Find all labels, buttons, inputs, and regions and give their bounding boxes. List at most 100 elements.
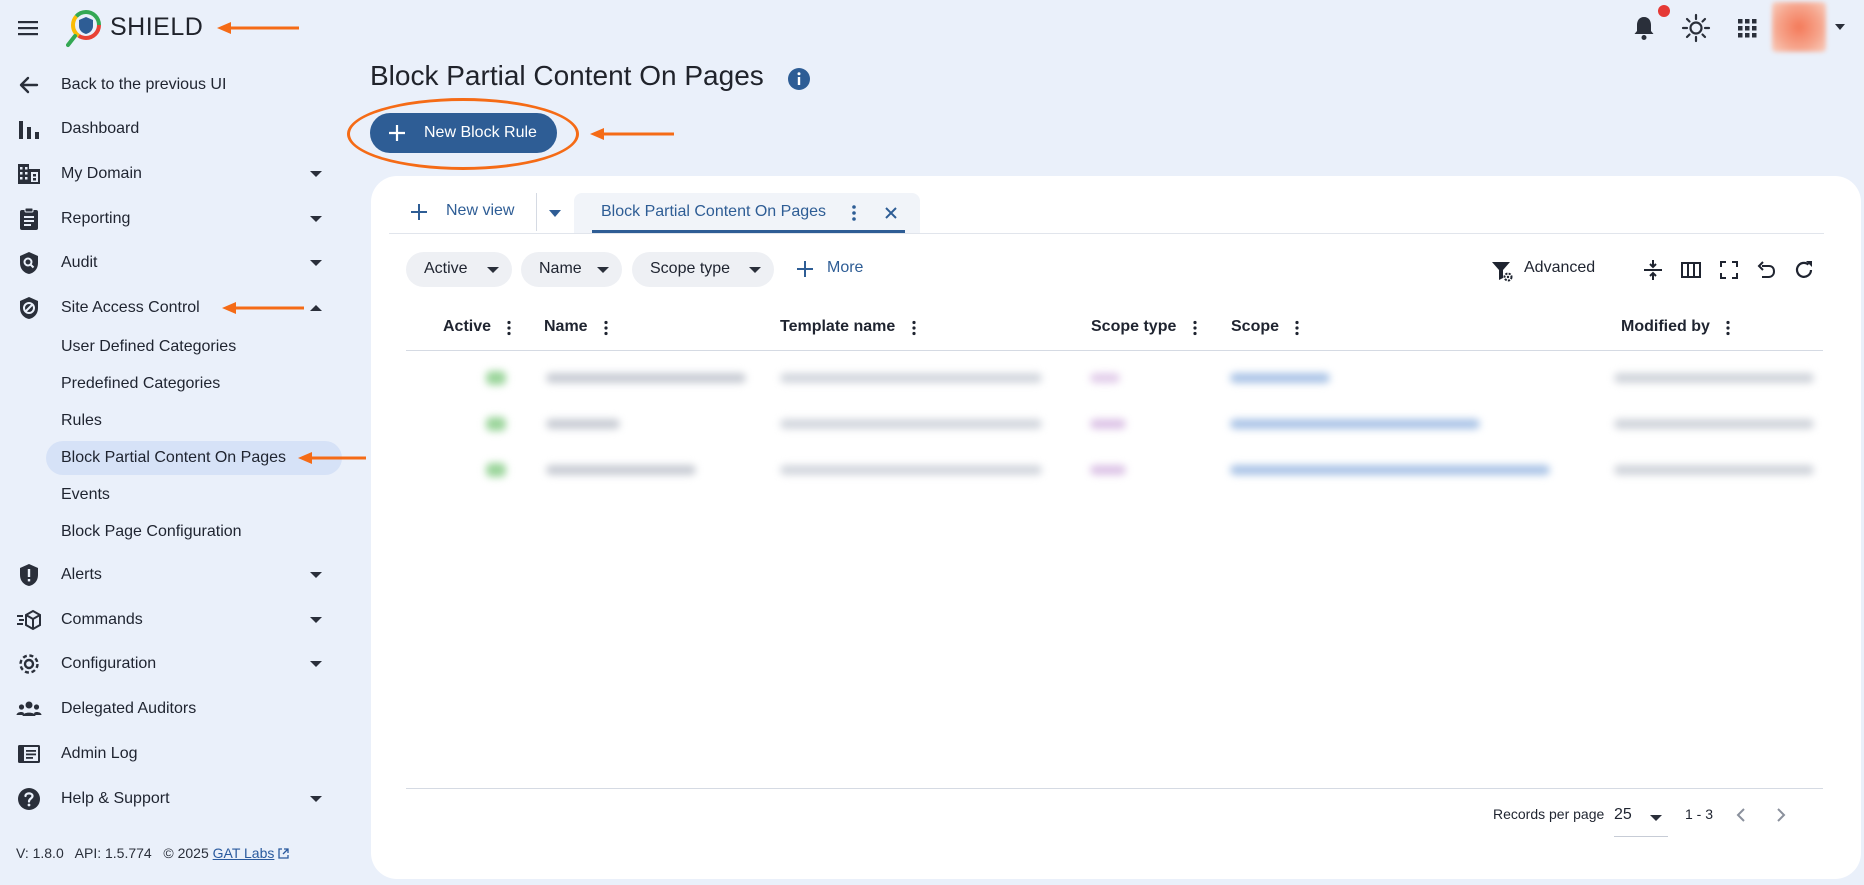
new-block-rule-button[interactable]: New Block Rule — [370, 113, 557, 153]
annotation-arrow — [298, 452, 366, 464]
sidebar-item-reporting[interactable]: Reporting — [0, 198, 340, 240]
records-per-page-value: 25 — [1614, 806, 1632, 823]
sidebar-subitem-events[interactable]: Events — [46, 478, 342, 512]
apps-grid-icon[interactable] — [1731, 12, 1763, 44]
chevron-down-icon — [597, 267, 609, 273]
column-header-scope[interactable]: Scope — [1231, 318, 1279, 336]
table-header-divider — [406, 350, 1823, 351]
close-icon[interactable] — [882, 204, 900, 222]
sidebar-item-alerts[interactable]: Alerts — [0, 554, 340, 596]
filter-chip-active[interactable]: Active — [406, 252, 512, 287]
sidebar-item-label: Dashboard — [61, 120, 140, 137]
more-vert-icon[interactable] — [505, 319, 513, 337]
chevron-down-icon — [1650, 815, 1662, 821]
bar-chart-icon — [19, 121, 39, 139]
sidebar-item-admin-log[interactable]: Admin Log — [0, 733, 340, 775]
redacted-cell — [780, 419, 1042, 429]
active-status-indicator — [486, 417, 506, 431]
more-vert-icon[interactable] — [1724, 319, 1732, 337]
advanced-label: Advanced — [1524, 259, 1596, 276]
sidebar-subitem-label: Predefined Categories — [61, 375, 221, 392]
fullscreen-icon[interactable] — [1717, 258, 1741, 282]
more-vert-icon[interactable] — [602, 319, 610, 337]
chevron-right-icon[interactable] — [1770, 805, 1790, 825]
column-header-scope-type[interactable]: Scope type — [1091, 318, 1176, 336]
filter-chip-label: Name — [539, 260, 582, 277]
theme-toggle-sun-icon[interactable] — [1680, 12, 1712, 44]
help-icon — [18, 788, 40, 810]
advanced-filter-button[interactable]: Advanced — [1490, 256, 1610, 284]
annotation-arrow — [217, 22, 299, 34]
new-view-button[interactable]: New view — [408, 197, 548, 227]
redacted-cell — [780, 373, 1042, 383]
columns-icon[interactable] — [1679, 258, 1703, 282]
shield-logo-icon — [66, 8, 104, 48]
chevron-down-icon — [310, 661, 322, 667]
more-filters-button[interactable]: More — [796, 257, 886, 285]
gat-labs-link[interactable]: GAT Labs — [213, 845, 275, 861]
more-vert-icon[interactable] — [910, 319, 918, 337]
filter-chip-label: Active — [424, 260, 468, 277]
redacted-cell — [1614, 465, 1814, 475]
sidebar-item-help-support[interactable]: Help & Support — [0, 778, 340, 820]
undo-icon[interactable] — [1754, 258, 1778, 282]
plus-icon — [389, 125, 405, 141]
column-header-modified-by[interactable]: Modified by — [1621, 318, 1710, 336]
column-header-active[interactable]: Active — [443, 318, 491, 336]
sidebar-subitem-block-page-configuration[interactable]: Block Page Configuration — [46, 515, 342, 549]
column-header-template-name[interactable]: Template name — [780, 318, 895, 336]
table-row[interactable] — [406, 401, 1823, 447]
records-per-page-select[interactable]: 25 — [1614, 803, 1668, 837]
menu-icon[interactable] — [16, 16, 42, 40]
redacted-cell — [1614, 419, 1814, 429]
redacted-cell — [546, 419, 620, 429]
sidebar-item-commands[interactable]: Commands — [0, 599, 340, 641]
sidebar-item-configuration[interactable]: Configuration — [0, 643, 340, 685]
sidebar-subitem-label: Events — [61, 486, 110, 503]
sidebar-subitem-user-defined-categories[interactable]: User Defined Categories — [46, 330, 342, 364]
table-row[interactable] — [406, 355, 1823, 401]
notification-badge — [1658, 5, 1670, 17]
filter-chip-label: Scope type — [650, 260, 731, 277]
chevron-down-icon[interactable] — [1833, 22, 1847, 32]
sidebar-item-label: Alerts — [61, 566, 102, 583]
column-header-name[interactable]: Name — [544, 318, 588, 336]
plus-icon — [797, 261, 813, 277]
sidebar-item-label: My Domain — [61, 165, 142, 182]
chevron-down-icon[interactable] — [547, 207, 563, 219]
sidebar-item-label: Reporting — [61, 210, 131, 227]
shield-alert-icon — [20, 564, 38, 586]
back-to-previous-ui-link[interactable]: Back to the previous UI — [0, 64, 340, 106]
chevron-down-icon — [310, 617, 322, 623]
avatar[interactable] — [1772, 2, 1826, 52]
table-row[interactable] — [406, 447, 1823, 493]
sidebar-item-label: Configuration — [61, 655, 157, 672]
more-vert-icon[interactable] — [849, 203, 859, 223]
filter-chip-scope-type[interactable]: Scope type — [632, 252, 774, 287]
more-vert-icon[interactable] — [1191, 319, 1199, 337]
refresh-icon[interactable] — [1792, 258, 1816, 282]
sidebar-item-delegated-auditors[interactable]: Delegated Auditors — [0, 688, 340, 730]
more-vert-icon[interactable] — [1293, 319, 1301, 337]
shield-lock-icon — [20, 297, 38, 319]
tab-label[interactable]: Block Partial Content On Pages — [601, 203, 826, 221]
sidebar-item-dashboard[interactable]: Dashboard — [0, 108, 340, 150]
sidebar-item-audit[interactable]: Audit — [0, 242, 340, 284]
chevron-down-icon — [310, 216, 322, 222]
redacted-cell — [1614, 373, 1814, 383]
redacted-cell — [1230, 465, 1550, 475]
sidebar-subitem-rules[interactable]: Rules — [46, 404, 342, 438]
chevron-left-icon[interactable] — [1732, 805, 1752, 825]
external-link-icon — [278, 848, 289, 859]
view-bar-divider — [389, 233, 1824, 234]
sidebar-item-my-domain[interactable]: My Domain — [0, 153, 340, 195]
app-title: SHIELD — [110, 13, 204, 41]
active-tab-indicator — [592, 230, 905, 233]
density-icon[interactable] — [1641, 258, 1665, 282]
more-label: More — [827, 259, 864, 276]
notifications-bell-icon[interactable] — [1628, 12, 1660, 44]
sidebar-subitem-predefined-categories[interactable]: Predefined Categories — [46, 367, 342, 401]
chevron-down-icon — [487, 267, 499, 273]
info-icon[interactable] — [787, 67, 811, 91]
filter-chip-name[interactable]: Name — [521, 252, 622, 287]
